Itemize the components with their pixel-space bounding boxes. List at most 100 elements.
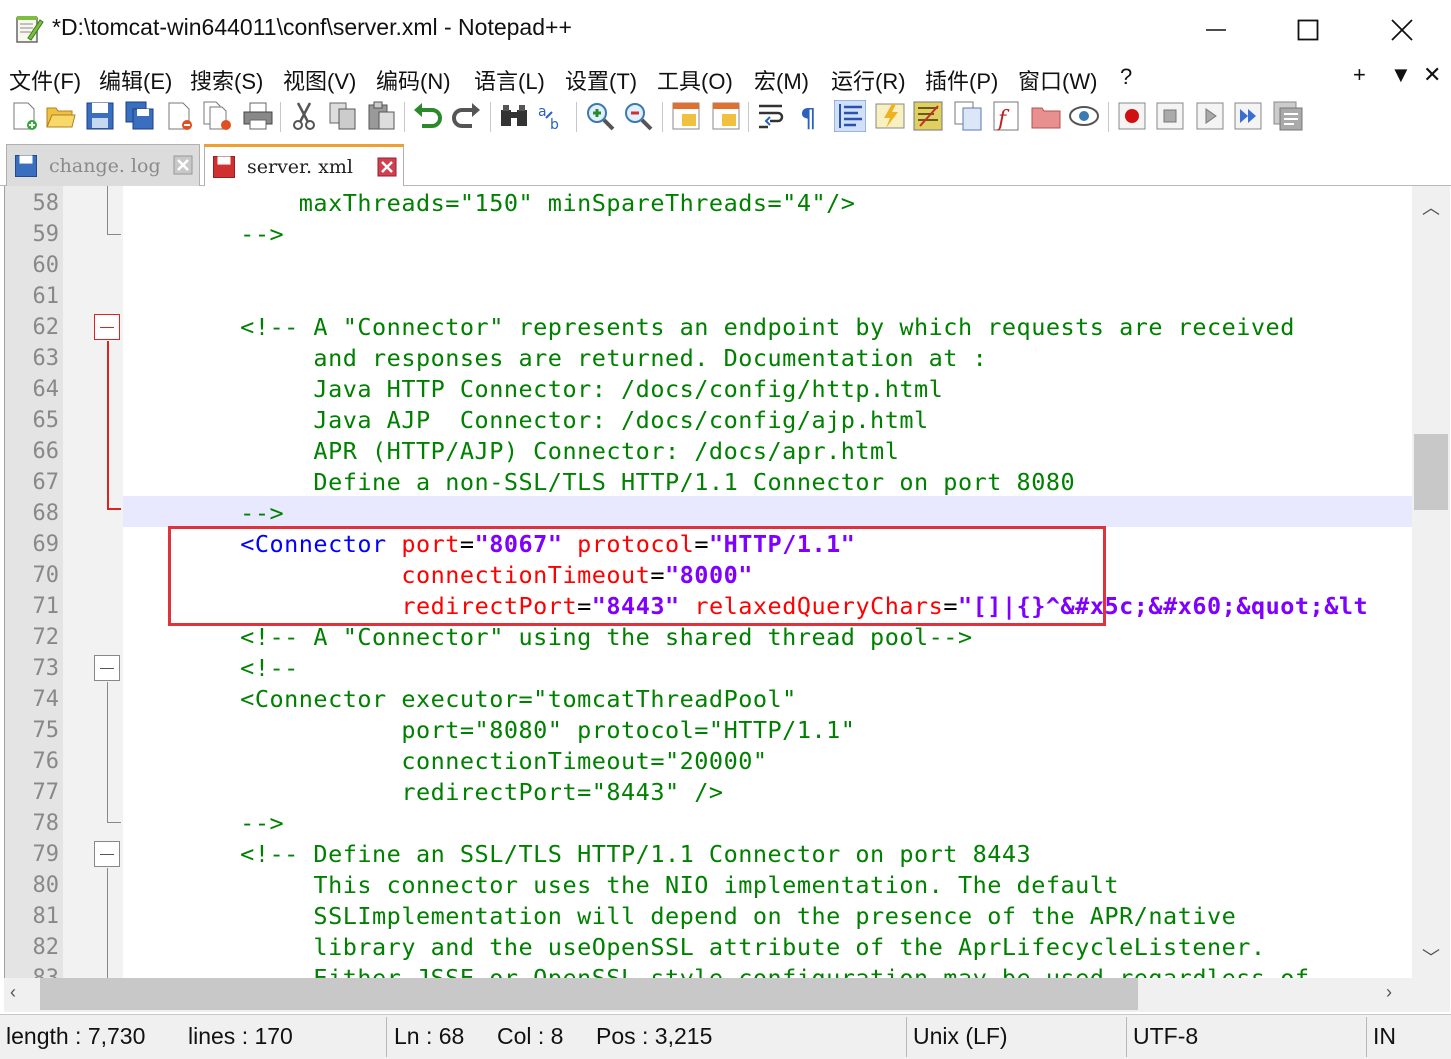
code-line[interactable]: <!-- A "Connector" using the shared thre… <box>123 622 973 653</box>
scroll-right-icon[interactable]: › <box>1386 982 1392 1003</box>
find-icon[interactable] <box>498 100 530 132</box>
code-line[interactable]: <!-- <box>123 653 299 684</box>
code-line[interactable]: --> <box>123 808 284 839</box>
menu-settings[interactable]: 设置(T) <box>565 64 637 96</box>
scroll-down-icon[interactable]: ﹀ <box>1422 944 1440 970</box>
function-list-icon[interactable]: f <box>990 100 1022 132</box>
tab-close-icon[interactable] <box>377 157 397 177</box>
open-file-icon[interactable] <box>44 100 76 132</box>
status-insert-mode[interactable]: IN <box>1373 1023 1396 1050</box>
scroll-up-icon[interactable]: ︿ <box>1422 194 1440 220</box>
new-file-icon[interactable] <box>8 100 40 132</box>
menu-macro[interactable]: 宏(M) <box>754 64 809 96</box>
code-line[interactable]: Java AJP Connector: /docs/config/ajp.htm… <box>123 405 929 436</box>
doc-map-icon[interactable] <box>912 100 944 132</box>
vertical-scrollbar[interactable]: ︿ ﹀ <box>1412 186 1450 978</box>
menu-tools[interactable]: 工具(O) <box>657 64 733 96</box>
cut-icon[interactable] <box>288 100 320 132</box>
code-line[interactable]: <Connector executor="tomcatThreadPool" <box>123 684 797 715</box>
minimize-button[interactable] <box>1170 0 1262 60</box>
record-macro-icon[interactable] <box>1116 100 1148 132</box>
status-eol[interactable]: Unix (LF) <box>913 1023 1008 1050</box>
menu-view[interactable]: 视图(V) <box>283 64 356 96</box>
maximize-button[interactable] <box>1262 0 1354 60</box>
code-line[interactable]: port="8080" protocol="HTTP/1.1" <box>123 715 855 746</box>
code-line[interactable]: maxThreads="150" minSpareThreads="4"/> <box>123 188 855 219</box>
code-line[interactable]: <!-- Define an SSL/TLS HTTP/1.1 Connecto… <box>123 839 1031 870</box>
horizontal-scroll-thumb[interactable] <box>40 978 1138 1010</box>
close-file-icon[interactable] <box>164 100 196 132</box>
close-all-icon[interactable] <box>202 100 234 132</box>
fold-toggle[interactable] <box>94 841 120 867</box>
menu-plugins[interactable]: 插件(P) <box>925 64 998 96</box>
save-all-icon[interactable] <box>124 100 156 132</box>
menu-run[interactable]: 运行(R) <box>831 64 906 96</box>
indent-guide-icon[interactable] <box>834 100 866 132</box>
save-icon[interactable] <box>84 100 116 132</box>
code-line[interactable]: --> <box>123 219 284 250</box>
sync-horizontal-icon[interactable] <box>710 100 742 132</box>
code-line[interactable]: library and the useOpenSSL attribute of … <box>123 932 1266 963</box>
undo-icon[interactable] <box>412 100 444 132</box>
code-line[interactable]: APR (HTTP/AJP) Connector: /docs/apr.html <box>123 436 899 467</box>
code-token: <Connector <box>240 530 387 558</box>
stop-macro-icon[interactable] <box>1154 100 1186 132</box>
code-line[interactable]: redirectPort="8443" /> <box>123 777 724 808</box>
play-macro-icon[interactable] <box>1194 100 1226 132</box>
code-token: = <box>459 530 475 558</box>
sync-vertical-icon[interactable] <box>670 100 702 132</box>
close-doc-button[interactable]: ✕ <box>1423 62 1441 88</box>
tab-close-icon[interactable] <box>173 155 193 175</box>
tab-change-log[interactable]: change. log <box>6 144 200 186</box>
code-line[interactable]: Either JSSE or OpenSSL style configurati… <box>123 963 1310 978</box>
current-line-highlight <box>123 496 1412 527</box>
code-line[interactable]: <!-- A "Connector" represents an endpoin… <box>123 312 1295 343</box>
menu-help[interactable]: ? <box>1120 64 1132 90</box>
vertical-scroll-thumb[interactable] <box>1414 434 1448 510</box>
code-line[interactable]: This connector uses the NIO implementati… <box>123 870 1119 901</box>
editor[interactable]: 58 59 60 61 62 63 64 65 66 67 68 69 70 71 72 73 74 75 76 77… <box>4 186 1412 978</box>
replace-icon[interactable]: ab <box>536 100 568 132</box>
code-line[interactable]: and responses are returned. Documentatio… <box>123 343 987 374</box>
fold-toggle[interactable] <box>94 314 120 340</box>
code-line[interactable]: redirectPort="8443" relaxedQueryChars="[… <box>123 591 1368 622</box>
paste-icon[interactable] <box>365 100 397 132</box>
code-line[interactable]: Java HTTP Connector: /docs/config/http.h… <box>123 374 943 405</box>
line-number-gutter: 58 59 60 61 62 63 64 65 66 67 68 69 70 71 72 73 74 75 76 77… <box>5 186 63 978</box>
tab-list-dropdown[interactable]: ▼ <box>1390 62 1412 88</box>
code-text-area[interactable]: maxThreads="150" minSpareThreads="4"/> -… <box>123 186 1412 978</box>
redo-icon[interactable] <box>450 100 482 132</box>
save-macro-icon[interactable] <box>1272 100 1304 132</box>
code-token: <!-- <box>123 654 299 682</box>
folder-workspace-icon[interactable] <box>1030 100 1062 132</box>
code-line[interactable]: connectionTimeout="8000" <box>123 560 753 591</box>
zoom-out-icon[interactable] <box>622 100 654 132</box>
udl-icon[interactable] <box>874 100 906 132</box>
scroll-left-icon[interactable]: ‹ <box>10 982 16 1003</box>
tab-server-xml[interactable]: server. xml <box>204 144 404 186</box>
code-line[interactable]: SSLImplementation will depend on the pre… <box>123 901 1236 932</box>
status-encoding[interactable]: UTF-8 <box>1133 1023 1198 1050</box>
zoom-in-icon[interactable] <box>584 100 616 132</box>
doc-list-icon[interactable] <box>952 100 984 132</box>
show-all-chars-icon[interactable]: ¶ <box>794 100 826 132</box>
code-line[interactable]: Define a non-SSL/TLS HTTP/1.1 Connector … <box>123 467 1075 498</box>
menu-window[interactable]: 窗口(W) <box>1018 64 1097 96</box>
fold-toggle[interactable] <box>94 655 120 681</box>
print-icon[interactable] <box>242 100 274 132</box>
menu-file[interactable]: 文件(F) <box>9 64 81 96</box>
code-line[interactable]: connectionTimeout="20000" <box>123 746 768 777</box>
run-macro-multiple-icon[interactable] <box>1232 100 1264 132</box>
fold-guide <box>107 822 121 823</box>
copy-icon[interactable] <box>327 100 359 132</box>
word-wrap-icon[interactable] <box>756 100 788 132</box>
menu-edit[interactable]: 编辑(E) <box>99 64 172 96</box>
menu-encoding[interactable]: 编码(N) <box>376 64 451 96</box>
monitoring-icon[interactable] <box>1068 100 1100 132</box>
menu-language[interactable]: 语言(L) <box>474 64 545 96</box>
menu-search[interactable]: 搜索(S) <box>190 64 263 96</box>
code-line[interactable]: <Connector port="8067" protocol="HTTP/1.… <box>123 529 855 560</box>
close-window-button[interactable] <box>1356 0 1448 60</box>
code-line[interactable]: --> <box>123 498 284 529</box>
new-tab-button[interactable]: + <box>1353 62 1366 88</box>
